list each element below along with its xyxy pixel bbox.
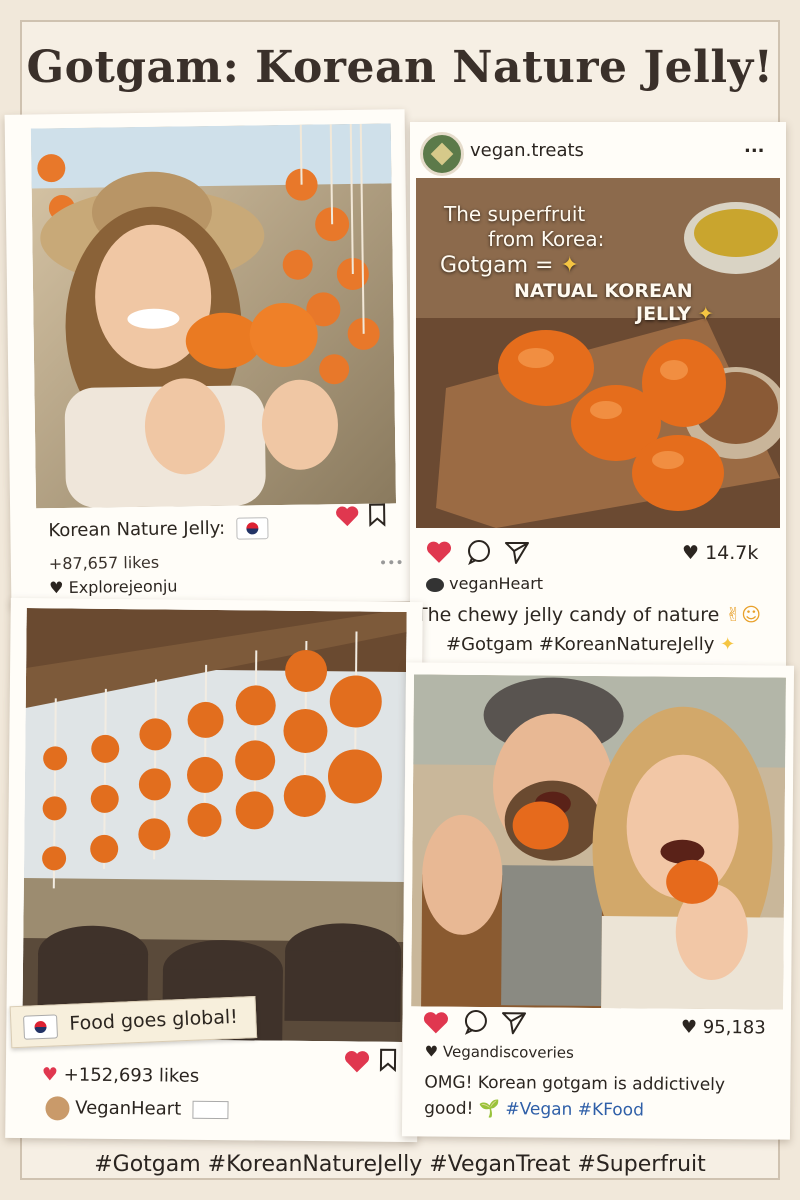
korean-flag-icon [192,1100,230,1120]
heart-icon: ♥ [49,578,64,598]
post-2-like-count: ♥ 14.7k [682,542,758,564]
post-2-caption: The chewy jelly candy of nature ✌☺ [416,604,761,626]
post-1-caption: Korean Nature Jelly: [48,517,269,542]
post-card-2: vegan.treats ... The superfruit from Kor… [410,122,786,670]
post-3-photo[interactable] [22,608,407,1042]
page-title: Gotgam: Korean Nature Jelly! [26,42,774,93]
post-4-like-count: ♥ 95,183 [681,1017,766,1039]
post-card-1: Korean Nature Jelly: +87,657 likes ♥ Exp… [4,109,412,607]
post-4-photo[interactable] [411,674,786,1010]
post-2-hashtags[interactable]: #Gotgam #KoreanNatureJelly ✦ [446,634,735,655]
more-icon[interactable]: ... [744,136,765,157]
overlay-line: NATUAL KOREAN [514,279,693,302]
like-count-value: 14.7k [705,542,759,564]
overlay-line: Gotgam = ✦ [440,252,714,280]
overlay-line: The superfruit [444,202,586,226]
comment-icon[interactable] [463,1009,489,1035]
footer-hashtags: #Gotgam #KoreanNatureJelly #VeganTreat #… [94,1152,706,1177]
username-text: Vegandiscoveries [442,1042,574,1062]
sparkle-icon: ✦ [560,253,579,278]
post-4-caption-line2: good! 🌱 #Vegan #KFood [424,1098,644,1120]
username-text: VeganHeart [75,1097,182,1120]
overlay-line-text: Gotgam = [440,253,554,278]
post-2-overlay-text: The superfruit from Korea: Gotgam = ✦ NA… [440,202,714,327]
emoji-icon: ✌☺ [725,604,762,626]
heart-icon: ♥ [680,1016,698,1038]
post-1-likes: +87,657 likes [48,552,160,574]
hashtags-text: #Gotgam #KoreanNatureJelly [446,634,715,655]
post-card-3: Food goes global! ♥ +152,693 likes Vegan… [5,597,423,1143]
heart-icon[interactable] [344,1049,370,1073]
avatar [45,1096,70,1121]
heart-icon: ♥ [41,1064,59,1086]
commenter-name: veganHeart [449,574,544,593]
heart-icon: ♥ [424,1042,439,1061]
likes-text: +152,693 likes [63,1064,200,1087]
more-icon[interactable]: ••• [379,555,404,571]
caption-text: The chewy jelly candy of nature [416,604,720,626]
post-1-caption-text: Korean Nature Jelly: [48,517,226,542]
post-1-photo[interactable] [30,123,397,509]
sprout-icon: 🌱 [478,1098,501,1120]
korean-flag-icon [23,1014,59,1040]
post-3-likes: ♥ +152,693 likes [42,1064,200,1087]
post-2-account[interactable]: vegan.treats [470,140,584,161]
post-1-username: Explorejeonju [68,576,178,597]
sticker-text: Food goes global! [68,1005,239,1035]
overlay-line: from Korea: [488,227,605,251]
bookmark-icon[interactable] [378,1048,398,1072]
heart-icon[interactable] [423,1010,449,1034]
heart-icon[interactable] [426,540,452,564]
post-3-user[interactable]: VeganHeart [45,1096,230,1122]
like-count-value: 95,183 [702,1016,766,1039]
avatar [426,577,444,592]
overlay-line: JELLY ✦ [636,303,714,327]
heart-icon: ♥ [682,542,700,564]
korean-flag-icon [236,517,269,540]
overlay-line-text: JELLY [636,303,692,326]
avatar[interactable] [420,132,464,176]
heart-icon[interactable] [335,505,359,527]
post-3-sticker: Food goes global! [9,996,258,1049]
post-4-caption-line1: OMG! Korean gotgam is addictively [424,1072,726,1096]
hashtags-text[interactable]: #Vegan #KFood [505,1099,644,1120]
caption-text: good! [424,1098,474,1119]
sparkle-icon: ✦ [720,634,736,655]
comment-icon[interactable] [466,539,492,565]
bookmark-icon[interactable] [367,503,387,527]
post-card-4: ♥ 95,183 ♥ Vegandiscoveries OMG! Korean … [401,662,795,1140]
share-icon[interactable] [501,1009,527,1035]
post-4-user[interactable]: ♥ Vegandiscoveries [425,1042,574,1061]
share-icon[interactable] [504,539,530,565]
post-2-commenter[interactable]: veganHeart [426,574,543,593]
sparkle-icon: ✦ [697,303,714,326]
post-1-user[interactable]: ♥ Explorejeonju [49,576,178,597]
